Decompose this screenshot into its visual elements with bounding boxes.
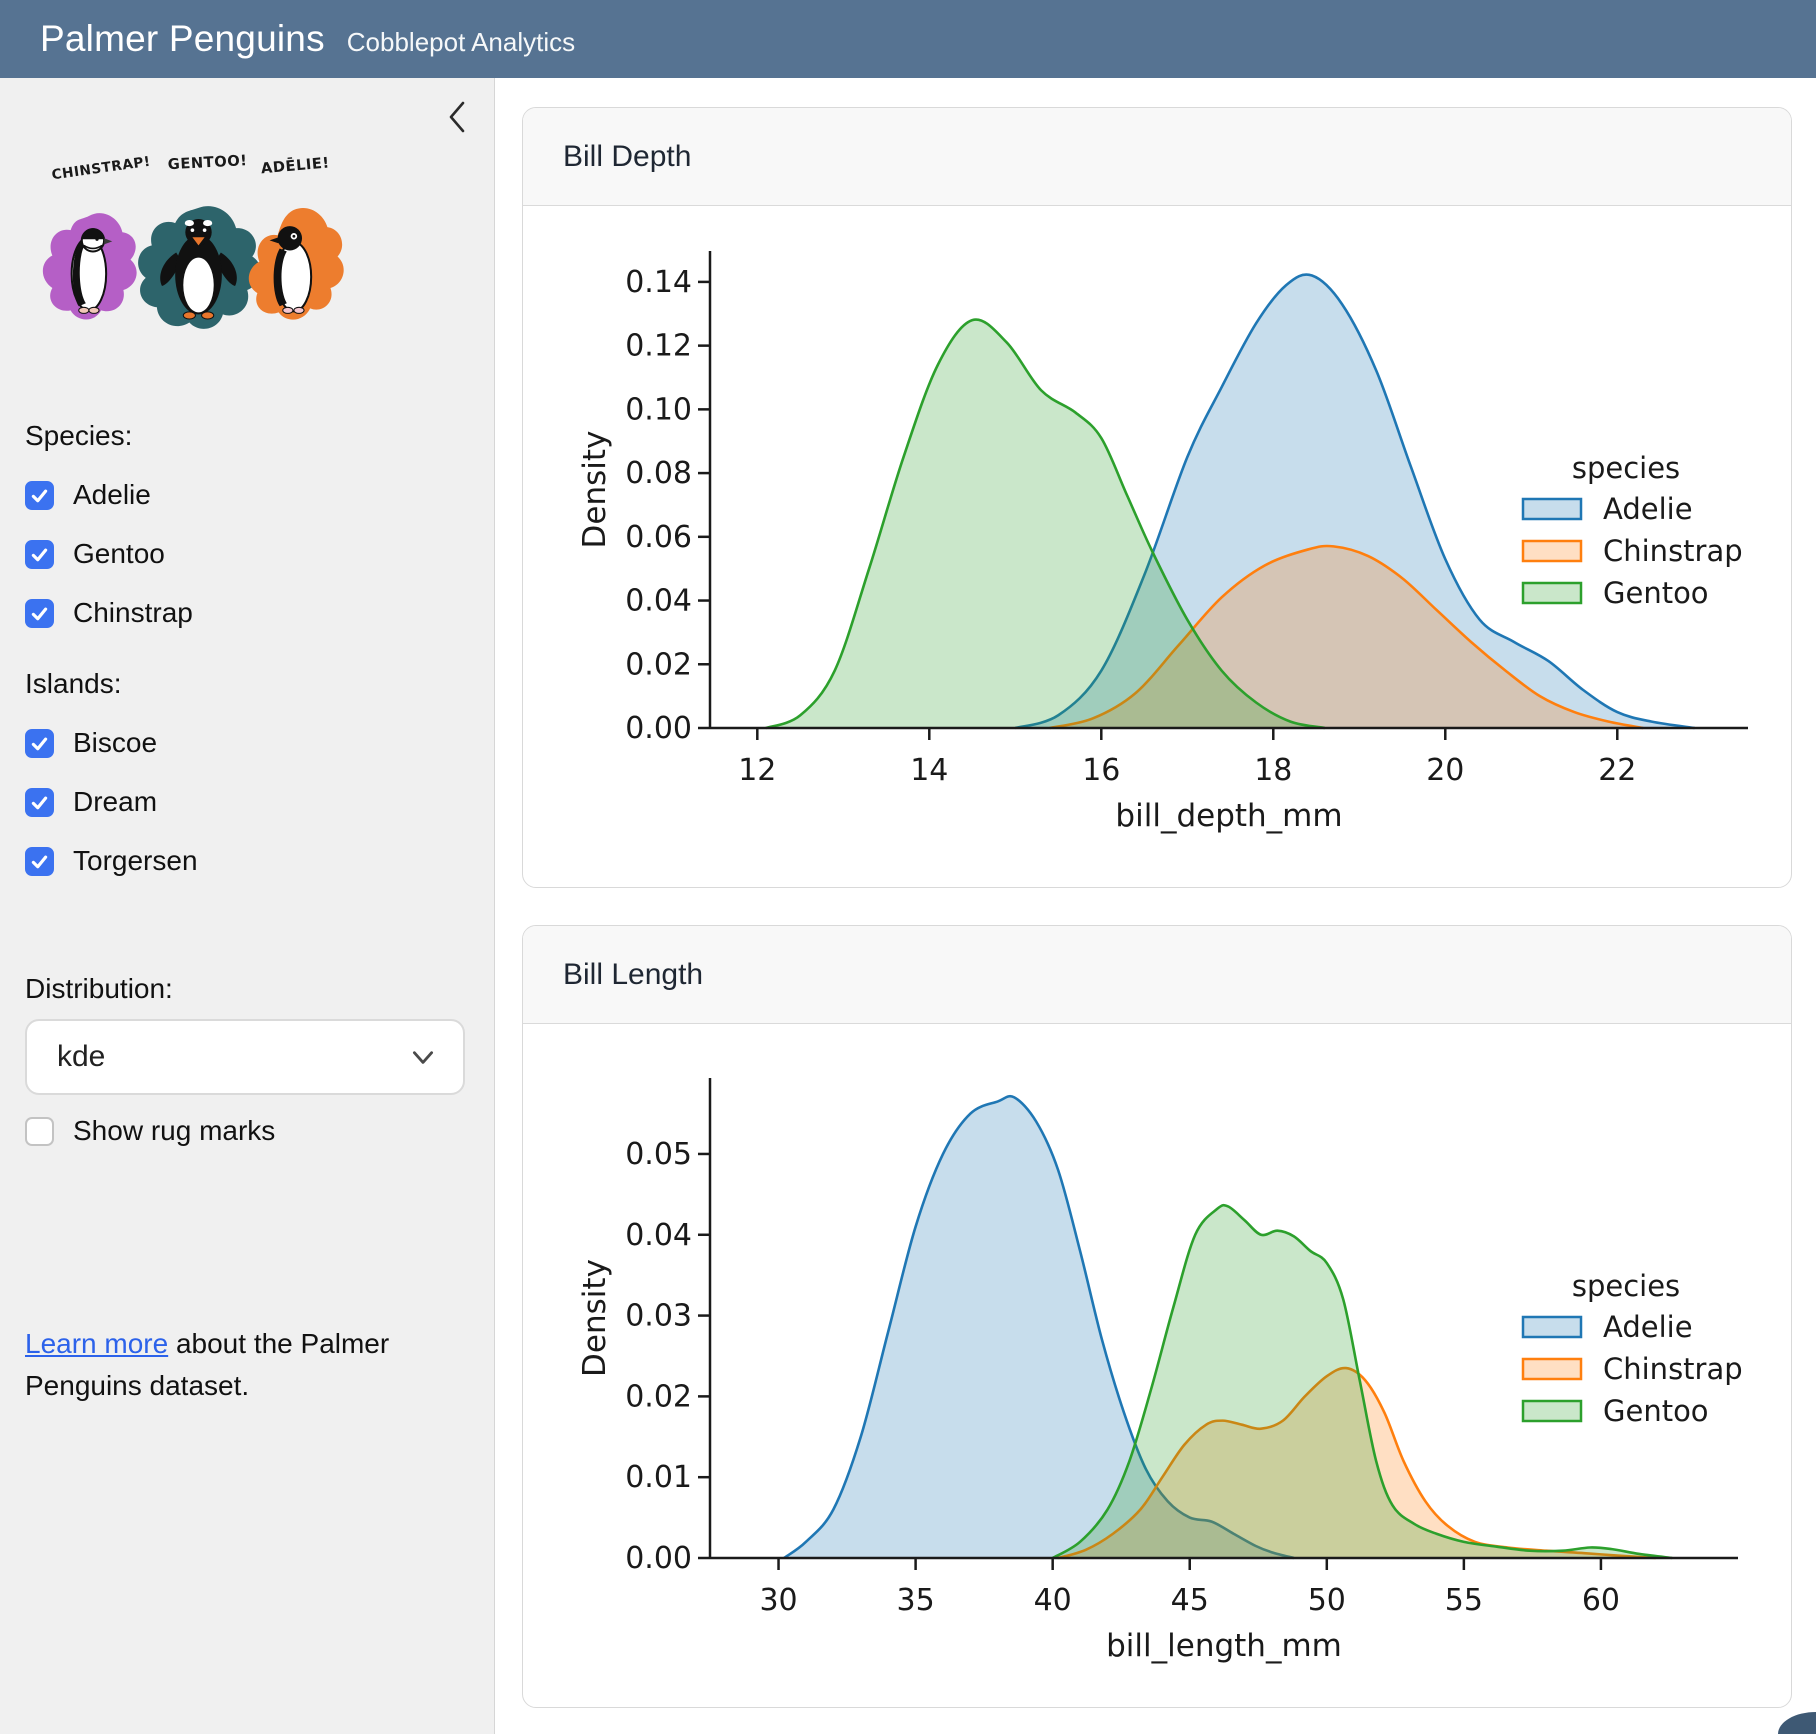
checkbox-row-biscoe[interactable]: Biscoe [25,727,198,759]
svg-text:species: species [1572,1269,1680,1303]
svg-text:14: 14 [910,753,948,788]
rug-checkbox[interactable] [25,1117,54,1146]
bill-length-card: Bill Length 30 35 40 45 50 55 60 0.00 0.01 0.02 0.… [522,925,1792,1708]
svg-text:16: 16 [1082,753,1120,788]
corner-accent [1778,1712,1816,1734]
check-icon [29,792,50,813]
svg-text:60: 60 [1582,1583,1620,1618]
svg-text:55: 55 [1445,1583,1483,1618]
learn-more-text: Learn more about the Palmer Penguins dat… [25,1323,455,1407]
chevron-left-icon [444,98,470,136]
chinstrap-checkbox-label: Chinstrap [73,597,193,629]
islands-filter-group: Islands: Biscoe Dream Torgersen [25,668,198,877]
chinstrap-label: CHINSTRAP! [51,154,152,184]
sidebar-collapse-button[interactable] [444,98,470,136]
bill-length-card-header: Bill Length [523,926,1791,1024]
gentoo-label: GENTOO! [167,152,247,173]
svg-text:Gentoo: Gentoo [1603,1394,1709,1428]
bill-depth-card-title: Bill Depth [563,140,691,174]
svg-text:0.05: 0.05 [625,1137,692,1172]
main-content: Bill Depth 12 14 16 18 20 22 0.00 0.02 0.04 0.06 0… [495,78,1816,1734]
svg-text:0.12: 0.12 [625,329,692,364]
svg-text:0.00: 0.00 [625,711,692,746]
app-header: Palmer Penguins Cobblepot Analytics [0,0,1816,78]
svg-text:Chinstrap: Chinstrap [1603,534,1743,568]
distribution-select-value: kde [57,1040,105,1074]
sidebar: CHINSTRAP! GENTOO! ADĒLIE! Species: Adel… [0,78,495,1734]
svg-text:0.04: 0.04 [625,1218,692,1253]
svg-text:18: 18 [1254,753,1292,788]
distribution-select[interactable]: kde [25,1019,465,1095]
gentoo-checkbox[interactable] [25,540,54,569]
svg-text:bill_depth_mm: bill_depth_mm [1115,798,1342,834]
svg-text:species: species [1572,451,1680,485]
svg-text:0.14: 0.14 [625,265,692,300]
learn-more-link[interactable]: Learn more [25,1328,168,1359]
svg-text:30: 30 [759,1583,797,1618]
adelie-checkbox-label: Adelie [73,479,151,511]
bill-length-card-title: Bill Length [563,958,703,992]
app-subtitle: Cobblepot Analytics [347,27,575,58]
distribution-group: Distribution: kde [25,973,465,1095]
checkbox-row-torgersen[interactable]: Torgersen [25,845,198,877]
check-icon [29,544,50,565]
svg-text:12: 12 [738,753,776,788]
checkbox-row-chinstrap[interactable]: Chinstrap [25,597,193,629]
svg-text:Adelie: Adelie [1603,492,1693,526]
check-icon [29,485,50,506]
adelie-checkbox[interactable] [25,481,54,510]
rug-group: Show rug marks [25,1115,275,1147]
svg-text:0.00: 0.00 [625,1541,692,1576]
svg-text:35: 35 [897,1583,935,1618]
svg-text:0.01: 0.01 [625,1460,692,1495]
svg-text:Chinstrap: Chinstrap [1603,1352,1743,1386]
app-window: Palmer Penguins Cobblepot Analytics [0,0,1816,1734]
check-icon [29,603,50,624]
torgersen-checkbox[interactable] [25,847,54,876]
svg-text:0.02: 0.02 [625,1379,692,1414]
svg-text:0.03: 0.03 [625,1299,692,1334]
bill-depth-card-header: Bill Depth [523,108,1791,206]
svg-text:45: 45 [1171,1583,1209,1618]
distribution-label: Distribution: [25,973,465,1005]
checkbox-row-dream[interactable]: Dream [25,786,198,818]
svg-text:Density: Density [577,1259,613,1377]
svg-text:Gentoo: Gentoo [1603,576,1709,610]
islands-group-label: Islands: [25,668,198,700]
checkbox-row-adelie[interactable]: Adelie [25,479,193,511]
torgersen-checkbox-label: Torgersen [73,845,198,877]
svg-text:0.04: 0.04 [625,584,692,619]
adelie-label: ADĒLIE! [260,153,330,177]
biscoe-checkbox[interactable] [25,729,54,758]
dream-checkbox-label: Dream [73,786,157,818]
svg-text:0.06: 0.06 [625,520,692,555]
species-filter-group: Species: Adelie Gentoo Chinstrap [25,420,193,629]
svg-text:0.02: 0.02 [625,647,692,682]
checkbox-row-rug[interactable]: Show rug marks [25,1115,275,1147]
svg-text:50: 50 [1308,1583,1346,1618]
svg-text:22: 22 [1598,753,1636,788]
bill-depth-card: Bill Depth 12 14 16 18 20 22 0.00 0.02 0.04 0.06 0… [522,107,1792,888]
penguin-artwork-image: CHINSTRAP! GENTOO! ADĒLIE! [28,150,368,360]
svg-text:0.10: 0.10 [625,392,692,427]
checkbox-row-gentoo[interactable]: Gentoo [25,538,193,570]
species-group-label: Species: [25,420,193,452]
svg-text:bill_length_mm: bill_length_mm [1106,1628,1342,1664]
bill-length-plot: 30 35 40 45 50 55 60 0.00 0.01 0.02 0.03 0.04 0.05 bi… [523,1024,1792,1707]
svg-text:Adelie: Adelie [1603,1310,1693,1344]
bill-depth-plot: 12 14 16 18 20 22 0.00 0.02 0.04 0.06 0.08 0.10 0.12… [523,206,1792,888]
svg-text:0.08: 0.08 [625,456,692,491]
chinstrap-checkbox[interactable] [25,599,54,628]
svg-text:40: 40 [1034,1583,1072,1618]
check-icon [29,733,50,754]
app-title: Palmer Penguins [40,18,325,60]
rug-checkbox-label: Show rug marks [73,1115,275,1147]
svg-text:Density: Density [577,431,613,549]
chevron-down-icon [409,1043,437,1071]
biscoe-checkbox-label: Biscoe [73,727,157,759]
gentoo-checkbox-label: Gentoo [73,538,165,570]
check-icon [29,851,50,872]
svg-text:20: 20 [1426,753,1464,788]
dream-checkbox[interactable] [25,788,54,817]
